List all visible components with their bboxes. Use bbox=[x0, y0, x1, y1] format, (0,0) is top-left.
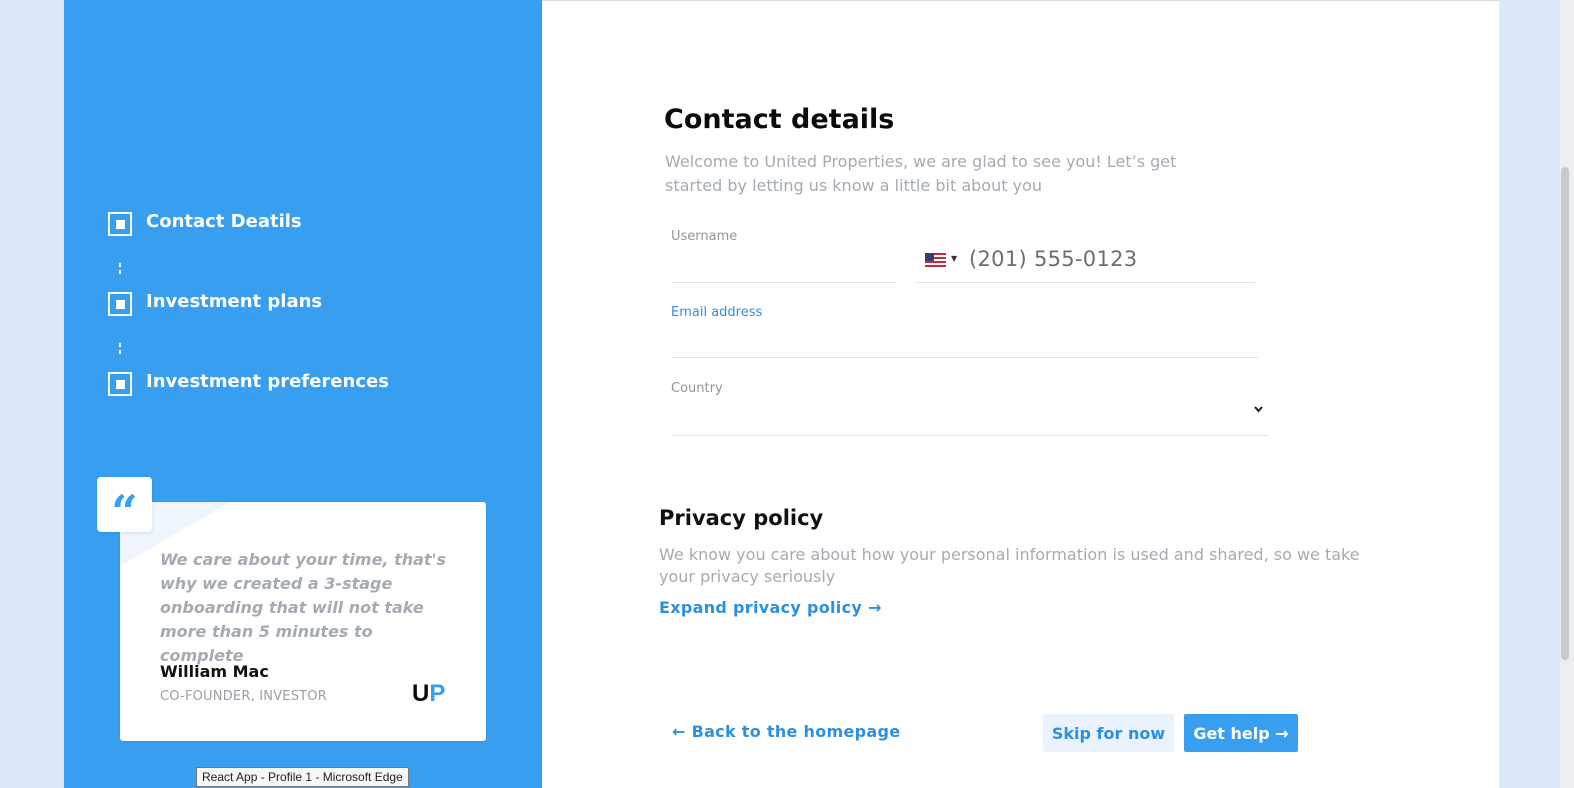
expand-privacy-link[interactable]: Expand privacy policy → bbox=[659, 598, 882, 617]
username-input[interactable] bbox=[671, 282, 896, 283]
step-check-icon bbox=[108, 212, 132, 236]
testimonial-text: We care about your time, that's why we c… bbox=[160, 550, 446, 665]
quote-icon: “ bbox=[97, 477, 152, 535]
step-label: Investment preferences bbox=[146, 370, 389, 392]
chevron-down-icon[interactable] bbox=[1253, 404, 1264, 415]
page-subtitle: Welcome to United Properties, we are gla… bbox=[665, 152, 1177, 195]
back-to-homepage-link[interactable]: ← Back to the homepage bbox=[672, 722, 900, 741]
top-divider bbox=[542, 0, 1499, 1]
get-help-button[interactable]: Get help → bbox=[1184, 714, 1298, 752]
country-select[interactable] bbox=[671, 435, 1268, 436]
testimonial-author: William Mac bbox=[160, 662, 269, 681]
step-label: Contact Deatils bbox=[146, 210, 302, 232]
phone-input[interactable]: (201) 555-0123 bbox=[969, 247, 1137, 271]
window-tooltip: React App - Profile 1 - Microsoft Edge bbox=[196, 767, 409, 787]
testimonial-role: CO-FOUNDER, INVESTOR bbox=[160, 689, 327, 704]
step-connector bbox=[119, 343, 121, 357]
brand-logo: UP bbox=[412, 680, 446, 707]
step-investment-preferences[interactable]: Investment preferences bbox=[108, 370, 389, 396]
skip-button[interactable]: Skip for now bbox=[1043, 714, 1174, 752]
step-contact-details[interactable]: Contact Deatils bbox=[108, 210, 302, 236]
country-label: Country bbox=[671, 381, 723, 396]
privacy-text: We know you care about how your personal… bbox=[659, 545, 1360, 586]
page-title: Contact details bbox=[664, 104, 895, 135]
step-connector bbox=[119, 263, 121, 277]
scrollbar-thumb[interactable] bbox=[1561, 167, 1569, 660]
username-label: Username bbox=[671, 229, 738, 244]
step-check-icon bbox=[108, 292, 132, 316]
privacy-heading: Privacy policy bbox=[659, 506, 824, 530]
testimonial-card: We care about your time, that's why we c… bbox=[120, 502, 486, 741]
step-check-icon bbox=[108, 372, 132, 396]
us-flag-icon[interactable] bbox=[925, 253, 946, 267]
phone-underline bbox=[917, 282, 1255, 283]
step-investment-plans[interactable]: Investment plans bbox=[108, 290, 323, 316]
email-input[interactable] bbox=[671, 357, 1258, 358]
step-label: Investment plans bbox=[146, 290, 323, 312]
email-label: Email address bbox=[671, 305, 763, 320]
caret-down-icon[interactable]: ▼ bbox=[951, 254, 957, 263]
